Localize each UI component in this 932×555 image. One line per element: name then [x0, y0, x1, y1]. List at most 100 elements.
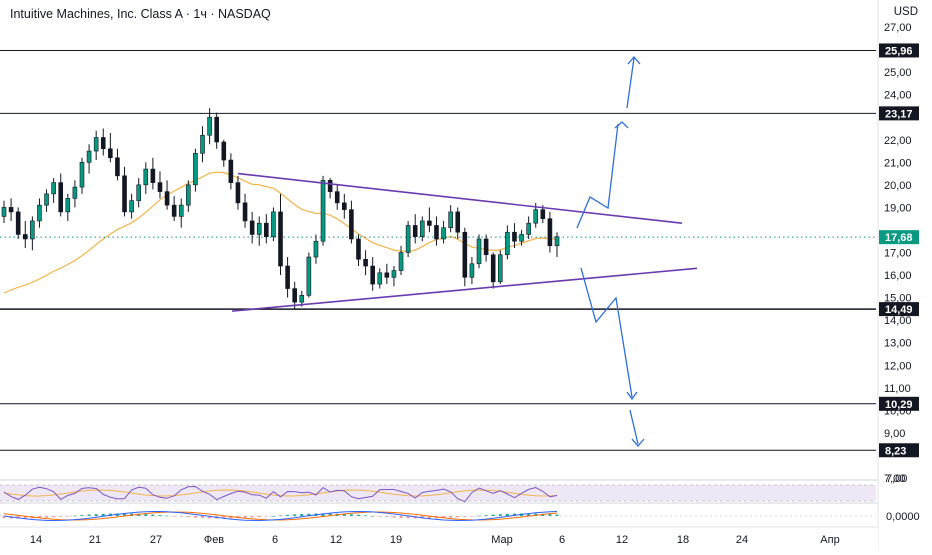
candle-body	[547, 218, 553, 247]
price-tick-label: 16,00	[884, 270, 912, 282]
macd-histogram-bar	[271, 515, 275, 517]
candle-body	[490, 254, 496, 283]
candle-body	[242, 202, 248, 222]
candle-body	[391, 270, 397, 278]
candle-body	[186, 184, 191, 206]
macd-histogram-bar	[463, 516, 467, 517]
candle-body	[1, 207, 7, 217]
candle-body	[526, 222, 531, 235]
last-price-label: 17,68	[885, 232, 913, 244]
candle-body	[221, 141, 227, 161]
candle-body	[363, 258, 368, 267]
candle-body	[533, 209, 539, 224]
candle-body	[44, 193, 49, 206]
macd-histogram-bar	[151, 514, 155, 516]
macd-histogram-bar	[470, 516, 474, 517]
macd-histogram-bar	[484, 515, 488, 516]
macd-histogram-bar	[364, 515, 368, 516]
candle-body	[519, 234, 524, 242]
candle-body	[554, 236, 560, 247]
candle-body	[37, 204, 42, 222]
price-tick-label: 22,00	[884, 135, 912, 147]
candle-body	[235, 182, 241, 204]
price-tick-label: 9,00	[884, 428, 905, 440]
macd-histogram-bar	[87, 514, 91, 516]
macd-histogram-bar	[94, 514, 98, 516]
chart-title: Intuitive Machines, Inc. Class A · 1ч · …	[8, 6, 273, 22]
price-tick-label: 25,00	[884, 67, 912, 79]
macd-histogram-bar	[179, 516, 183, 517]
oscillator-axis-label: 7,00	[886, 473, 907, 485]
candle-body	[122, 175, 127, 213]
candle-body	[249, 220, 255, 235]
price-tick-label: 21,00	[884, 157, 912, 169]
macd-histogram-bar	[392, 516, 396, 518]
chart-area[interactable]: 27,00 25,00 24,00 22,00 21,00 20,00 19,00 17,00…	[0, 0, 932, 550]
candle-body	[412, 225, 418, 238]
candle-body	[441, 227, 446, 240]
macd-histogram-bar	[356, 514, 360, 516]
candle-body	[79, 162, 85, 188]
currency-label[interactable]: USD	[894, 6, 918, 18]
candle-body	[299, 295, 305, 303]
macd-histogram-bar	[165, 515, 169, 517]
macd-histogram-bar	[52, 516, 56, 518]
price-chart[interactable]: 27,00 25,00 24,00 22,00 21,00 20,00 19,00 17,00…	[0, 0, 932, 550]
candle-body	[30, 220, 35, 240]
macd-histogram-bar	[378, 516, 382, 517]
price-tick-label: 24,00	[884, 90, 912, 102]
level-badge-label: 14,49	[885, 304, 913, 316]
candle-body	[207, 116, 212, 136]
candle-body	[306, 256, 312, 296]
time-tick-label: 27	[150, 534, 162, 546]
price-tick-label: 13,00	[884, 338, 912, 350]
price-tick-label: 27,00	[884, 22, 912, 34]
macd-histogram-bar	[449, 516, 453, 518]
candle-body	[157, 182, 163, 192]
candle-body	[476, 238, 482, 265]
macd-histogram-bar	[293, 514, 297, 516]
candle-body	[51, 182, 56, 195]
candle-body	[370, 265, 375, 285]
macd-histogram-bar	[250, 516, 254, 518]
level-badge-label: 25,96	[885, 45, 913, 57]
candle-body	[512, 231, 517, 242]
candle-body	[377, 272, 383, 285]
macd-histogram-bar	[172, 516, 176, 517]
candle-body	[58, 182, 64, 213]
macd-histogram-bar	[59, 516, 63, 517]
candle-body	[327, 180, 333, 192]
candle-body	[150, 168, 156, 183]
macd-histogram-bar	[66, 516, 70, 517]
candle-body	[469, 263, 475, 278]
candle-body	[398, 252, 404, 271]
macd-histogram-bar	[491, 514, 495, 516]
time-tick-label: 24	[736, 534, 748, 546]
macd-histogram-bar	[498, 514, 502, 516]
macd-histogram-bar	[257, 516, 261, 518]
candle-body	[214, 116, 219, 143]
candle-body	[448, 211, 453, 228]
macd-histogram-bar	[548, 514, 552, 516]
candle-body	[384, 272, 390, 278]
candle-body	[271, 211, 276, 238]
macd-histogram-bar	[349, 514, 353, 516]
candle-body	[72, 186, 78, 199]
time-tick-label: 14	[30, 534, 42, 546]
price-tick-label: 12,00	[884, 360, 912, 372]
time-tick-label: 12	[616, 534, 628, 546]
candle-body	[455, 211, 461, 233]
time-tick-label: Фев	[204, 534, 224, 546]
candle-body	[505, 231, 510, 256]
candle-body	[65, 198, 71, 213]
level-badge-label: 8,23	[885, 445, 906, 457]
price-tick-label: 11,00	[884, 383, 911, 395]
candle-body	[320, 180, 326, 242]
candle-body	[278, 211, 283, 267]
candle-body	[497, 254, 503, 283]
candle-body	[115, 157, 120, 177]
candle-body	[15, 211, 21, 235]
candle-body	[171, 204, 177, 217]
candle-body	[419, 220, 425, 238]
candle-body	[178, 204, 184, 217]
